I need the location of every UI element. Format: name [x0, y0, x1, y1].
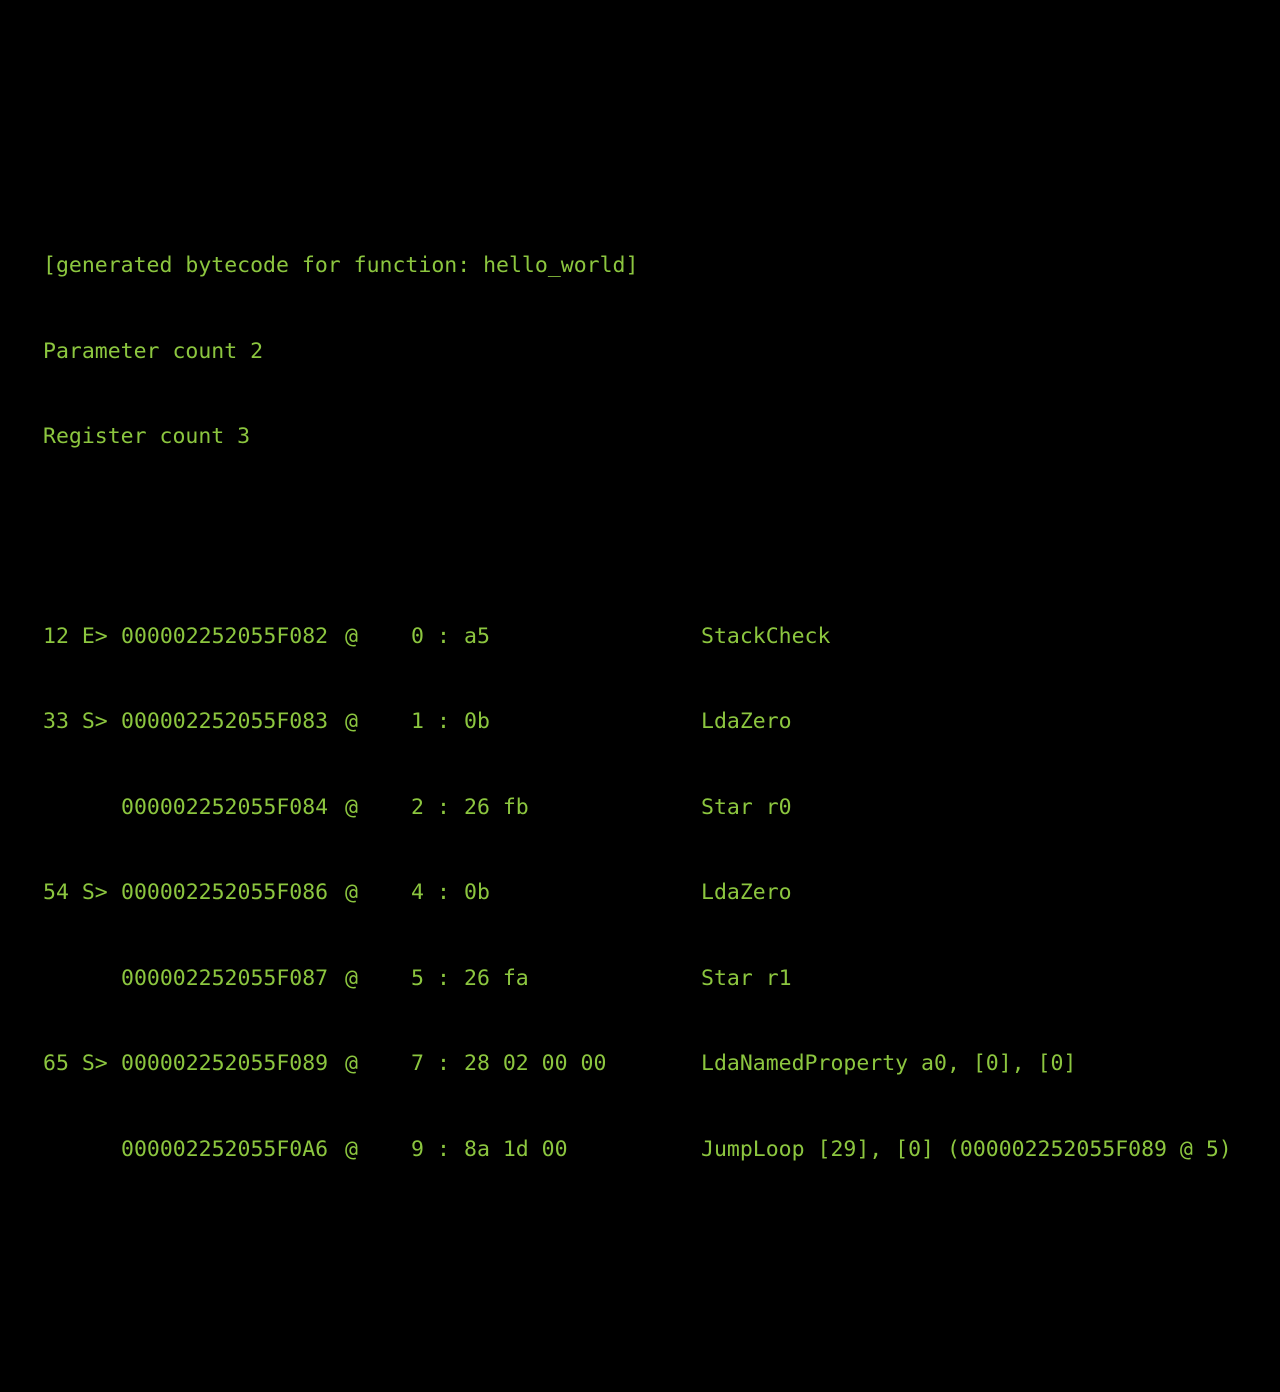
- source-position: 12 E>: [43, 623, 108, 649]
- parameter-count: Parameter count 2: [43, 338, 264, 364]
- colon: :: [437, 709, 450, 734]
- at-sign: @: [345, 965, 358, 991]
- instruction: JumpLoop [29], [0] (000002252055F089 @ 5…: [701, 1136, 1232, 1162]
- bytes: 8a 1d 00: [464, 1136, 568, 1162]
- colon: :: [437, 965, 450, 991]
- colon: :: [437, 623, 450, 649]
- bytecode-row: 33 S> 000002252055F083 @ 1 : 0b LdaZero: [43, 708, 792, 737]
- source-position: 65 S>: [43, 1051, 108, 1076]
- at-sign: @: [345, 623, 358, 649]
- instruction: StackCheck: [701, 623, 831, 649]
- colon: :: [437, 880, 450, 905]
- terminal-output: [generated bytecode for function: hello_…: [43, 195, 1232, 1193]
- colon: :: [437, 1051, 450, 1076]
- source-position: 54 S>: [43, 880, 108, 905]
- offset: 2: [411, 794, 424, 820]
- offset: 1: [411, 709, 424, 734]
- bytes: a5: [464, 623, 490, 649]
- bytecode-title: [generated bytecode for function: hello_…: [43, 253, 639, 278]
- address: 000002252055F082: [121, 623, 329, 649]
- bytecode-row: 000002252055F084 @ 2 : 26 fb Star r0: [43, 794, 792, 823]
- offset: 5: [411, 965, 424, 991]
- address: 000002252055F083: [121, 709, 329, 734]
- at-sign: @: [345, 709, 358, 734]
- register-count: Register count 3: [43, 424, 251, 449]
- at-sign: @: [345, 880, 358, 905]
- offset: 7: [411, 1051, 424, 1076]
- address: 000002252055F087: [121, 965, 329, 991]
- offset: 4: [411, 880, 424, 905]
- instruction: LdaZero: [701, 709, 792, 734]
- at-sign: @: [345, 794, 358, 820]
- colon: :: [437, 1136, 450, 1162]
- address: 000002252055F086: [121, 880, 329, 905]
- bytes: 26 fb: [464, 794, 529, 820]
- address: 000002252055F0A6: [121, 1136, 329, 1162]
- colon: :: [437, 794, 450, 820]
- bytecode-row: 12 E> 000002252055F082 @ 0 : a5 StackChe…: [43, 623, 830, 652]
- bytecode-row: 54 S> 000002252055F086 @ 4 : 0b LdaZero: [43, 879, 792, 908]
- instruction: Star r0: [701, 794, 792, 820]
- bytes: 26 fa: [464, 965, 529, 991]
- bytecode-row: 000002252055F0A6 @ 9 : 8a 1d 00 JumpLoop…: [43, 1136, 1232, 1165]
- at-sign: @: [345, 1051, 358, 1076]
- instruction: LdaNamedProperty a0, [0], [0]: [701, 1051, 1077, 1076]
- offset: 0: [411, 623, 424, 649]
- offset: 9: [411, 1136, 424, 1162]
- address: 000002252055F089: [121, 1051, 329, 1076]
- bytes: 0b: [464, 709, 490, 734]
- source-position: 33 S>: [43, 709, 108, 734]
- instruction: LdaZero: [701, 880, 792, 905]
- at-sign: @: [345, 1136, 358, 1162]
- bytes: 0b: [464, 880, 490, 905]
- bytes: 28 02 00 00: [464, 1051, 607, 1076]
- bytecode-row: 000002252055F087 @ 5 : 26 fa Star r1: [43, 965, 792, 994]
- instruction: Star r1: [701, 965, 792, 991]
- address: 000002252055F084: [121, 794, 329, 820]
- bytecode-row: 65 S> 000002252055F089 @ 7 : 28 02 00 00…: [43, 1050, 1076, 1079]
